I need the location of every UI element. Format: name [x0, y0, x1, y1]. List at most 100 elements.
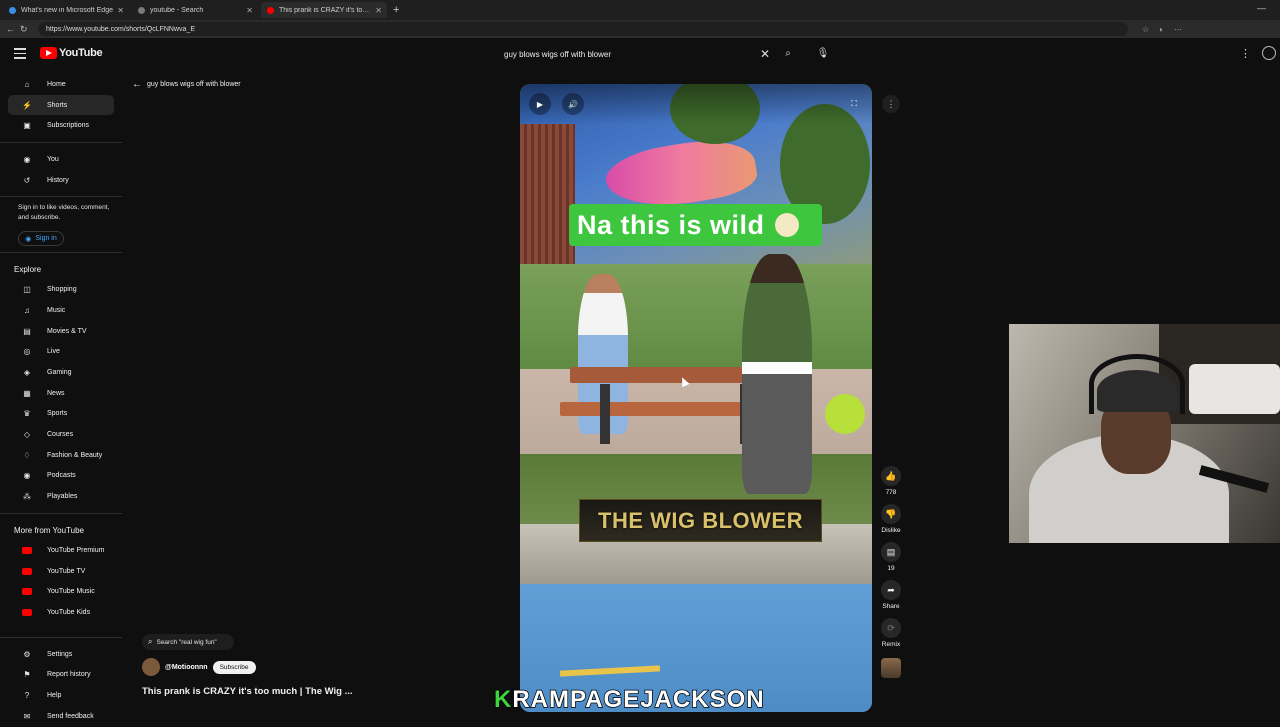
sidebar-item-label: Report history — [47, 671, 91, 679]
sidebar-item-shorts[interactable]: ⚡ Shorts — [8, 94, 114, 116]
more-options-icon[interactable]: ⋮ — [882, 95, 900, 113]
back-icon[interactable]: ← — [6, 24, 15, 34]
explore-heading: Explore — [14, 264, 42, 274]
tab-title: What's new in Microsoft Edge — [21, 6, 113, 14]
sidebar-item-music[interactable]: ♫ Music — [8, 300, 114, 321]
sidebar-item-youtube-music[interactable]: YouTube Music — [8, 581, 114, 602]
sidebar-item-you[interactable]: ◉ You — [8, 149, 114, 170]
sidebar-item-label: History — [47, 176, 69, 184]
tab-youtube-short[interactable]: This prank is CRAZY it's too much ✕ — [261, 2, 387, 18]
courses-icon: ◇ — [23, 430, 31, 440]
sidebar-item-subscriptions[interactable]: ▣ Subscriptions — [8, 115, 114, 136]
microphone-icon[interactable]: 🎙 — [815, 44, 831, 62]
sidebar-item-label: Movies & TV — [47, 327, 87, 335]
sidebar-item-label: Music — [47, 306, 66, 314]
sidebar-item-label: Fashion & Beauty — [47, 451, 103, 459]
tab-youtube-search[interactable]: youtube - Search ✕ — [132, 2, 258, 18]
channel-name[interactable]: @Motioonnn — [165, 664, 208, 671]
menu-icon[interactable] — [14, 48, 26, 62]
remix-button[interactable]: ⟳ Remix — [876, 618, 906, 648]
search-input[interactable]: guy blows wigs off with blower ✕ — [497, 43, 777, 65]
sidebar-item-report-history[interactable]: ⚑ Report history — [8, 664, 114, 685]
back-to-search-link[interactable]: ← guy blows wigs off with blower — [132, 79, 241, 90]
sidebar-item-home[interactable]: ⌂ Home — [8, 74, 114, 95]
sidebar-item-history[interactable]: ↺ History — [8, 170, 114, 191]
sidebar-item-help[interactable]: ? Help — [8, 685, 114, 706]
sidebar-item-movies-tv[interactable]: ▤ Movies & TV — [8, 321, 114, 342]
dislike-button[interactable]: 👎 Dislike — [876, 504, 906, 534]
sidebar-item-label: Sports — [47, 410, 68, 418]
sidebar-item-youtube-kids[interactable]: YouTube Kids — [8, 602, 114, 623]
thumbs-down-icon: 👎 — [881, 504, 901, 524]
divider — [0, 636, 122, 638]
sidebar-item-label: Send feedback — [47, 712, 94, 720]
sidebar-item-courses[interactable]: ◇ Courses — [8, 424, 114, 445]
help-icon: ? — [24, 690, 30, 700]
star-icon[interactable]: ☆ — [1142, 25, 1149, 34]
close-tab-icon[interactable]: ✕ — [375, 6, 382, 15]
webcam-background-bed — [1189, 364, 1280, 414]
sidebar-item-label: YouTube Kids — [47, 608, 91, 616]
youtube-logo[interactable]: YouTube — [40, 47, 103, 59]
sidebar-item-settings[interactable]: ⚙ Settings — [8, 644, 114, 665]
sidebar-item-live[interactable]: ◎ Live — [8, 342, 114, 363]
minimize-icon[interactable]: — — [1257, 3, 1266, 13]
fullscreen-icon[interactable]: ⛶ — [843, 93, 865, 115]
sidebar-item-news[interactable]: ▦ News — [8, 383, 114, 404]
shorts-video-player[interactable]: ▶ 🔊 ⛶ Na this is wild THE WIG BLOWER — [520, 84, 872, 712]
search-icon[interactable]: ⌕ — [779, 44, 797, 62]
close-tab-icon[interactable]: ✕ — [246, 6, 253, 15]
url-field[interactable]: https://www.youtube.com/shorts/QcLFNNwva… — [38, 22, 1128, 36]
sidebar-item-youtube-premium[interactable]: YouTube Premium — [8, 540, 114, 561]
sidebar-item-label: Playables — [47, 493, 78, 501]
sports-icon: ♛ — [23, 409, 31, 419]
play-icon[interactable]: ▶ — [529, 93, 551, 115]
divider — [0, 142, 122, 144]
remix-icon: ⟳ — [881, 618, 901, 638]
volume-icon[interactable]: 🔊 — [562, 93, 584, 115]
settings-dots-icon[interactable]: ⋯ — [1174, 25, 1182, 34]
brand-initial: K — [493, 685, 513, 714]
youtube-masthead: YouTube guy blows wigs off with blower ✕… — [0, 38, 1280, 70]
new-tab-icon[interactable]: + — [393, 4, 399, 16]
tab-title: youtube - Search — [150, 6, 204, 14]
tab-edge-whats-new[interactable]: What's new in Microsoft Edge ✕ — [3, 2, 129, 18]
sidebar-item-podcasts[interactable]: ◉ Podcasts — [8, 466, 114, 487]
clear-search-icon[interactable]: ✕ — [760, 47, 770, 61]
refresh-icon[interactable]: ↻ — [20, 24, 28, 35]
address-bar-row: ← ↻ https://www.youtube.com/shorts/QcLFN… — [0, 20, 1280, 38]
sidebar-item-label: Gaming — [47, 369, 72, 377]
more-from-youtube-heading: More from YouTube — [14, 525, 84, 535]
shorts-icon: ⚡ — [22, 100, 32, 110]
divider — [0, 196, 122, 198]
youtube-kids-icon — [22, 608, 32, 616]
share-button[interactable]: ➦ Share — [876, 580, 906, 610]
report-flag-icon: ⚑ — [23, 670, 31, 680]
channel-row: @Motioonnn Subscribe — [142, 658, 256, 676]
like-button[interactable]: 👍 778 — [876, 466, 906, 496]
headphones-icon — [1089, 354, 1185, 414]
playables-icon: ⁂ — [23, 492, 31, 502]
short-title[interactable]: This prank is CRAZY it's too much | The … — [142, 686, 353, 697]
subscribe-button[interactable]: Subscribe — [212, 660, 256, 674]
settings-kebab-icon[interactable]: ⋮ — [1240, 47, 1251, 60]
sidebar-item-fashion-beauty[interactable]: ♢ Fashion & Beauty — [8, 445, 114, 466]
sidebar-item-gaming[interactable]: ◈ Gaming — [8, 362, 114, 383]
sidebar-item-sports[interactable]: ♛ Sports — [8, 404, 114, 425]
close-tab-icon[interactable]: ✕ — [117, 6, 124, 15]
related-search-chip[interactable]: ⌕ Search "real wig fun" — [142, 634, 234, 650]
comments-button[interactable]: ▤ 19 — [876, 542, 906, 572]
sidebar-item-send-feedback[interactable]: ✉ Send feedback — [8, 706, 114, 727]
sign-in-button[interactable]: ◉ Sign in — [18, 231, 64, 247]
account-icon[interactable] — [1262, 46, 1276, 60]
sidebar-item-playables[interactable]: ⁂ Playables — [8, 486, 114, 507]
sidebar-item-label: Podcasts — [47, 472, 76, 480]
sidebar-item-shopping[interactable]: ◫ Shopping — [8, 279, 114, 300]
sidebar-item-label: Courses — [47, 431, 74, 439]
extension-icon[interactable]: ◐ — [1159, 25, 1164, 34]
avatar[interactable] — [142, 658, 160, 676]
sidebar-item-youtube-tv[interactable]: YouTube TV — [8, 561, 114, 582]
sidebar-item-label: Live — [47, 348, 60, 356]
sound-thumbnail[interactable] — [876, 656, 906, 678]
browser-tab-bar: What's new in Microsoft Edge ✕ youtube -… — [0, 0, 1280, 20]
